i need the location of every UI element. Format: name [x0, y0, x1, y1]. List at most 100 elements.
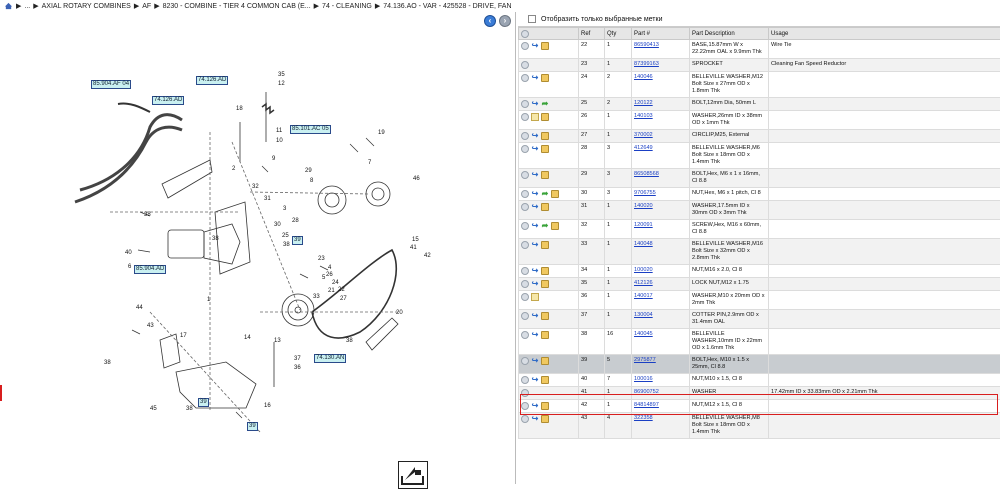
highlighted-callout-39[interactable]: 39 — [247, 422, 258, 431]
select-circle-icon[interactable] — [521, 241, 529, 249]
breadcrumb-item-group[interactable]: 74 - CLEANING — [322, 3, 372, 10]
row-part-number[interactable]: 412126 — [632, 278, 690, 291]
callout-27[interactable]: 27 — [340, 296, 347, 302]
callout-38[interactable]: 38 — [346, 338, 353, 344]
callout-29[interactable]: 29 — [305, 168, 312, 174]
header-usage[interactable]: Usage — [769, 28, 1000, 40]
table-row[interactable]: ↪242140046BELLEVILLE WASHER,M12 Bolt Siz… — [519, 72, 1000, 98]
table-row[interactable]: ↪3952975877BOLT,Hex, M10 x 1.5 x 25mm, C… — [519, 355, 1000, 374]
part-number-link[interactable]: 87399163 — [634, 61, 659, 67]
select-circle-icon[interactable] — [521, 203, 529, 211]
return-arrow-icon[interactable]: ↪ — [531, 267, 539, 275]
breadcrumb-item-model[interactable]: 8230 - COMBINE - TIER 4 COMMON CAB (E... — [163, 3, 311, 10]
table-row[interactable]: 41186900752WASHER17.42mm ID x 33.83mm OD… — [519, 387, 1000, 400]
package-icon[interactable] — [541, 376, 549, 384]
select-circle-icon[interactable] — [521, 171, 529, 179]
table-row[interactable]: ↪271370002CIRCLIP,M25, External — [519, 130, 1000, 143]
row-part-number[interactable]: 412649 — [632, 143, 690, 169]
part-number-link[interactable]: 140017 — [634, 293, 653, 299]
select-all-icon[interactable] — [521, 30, 529, 38]
row-part-number[interactable]: 140020 — [632, 201, 690, 220]
select-circle-icon[interactable] — [521, 42, 529, 50]
xref-tag[interactable]: 74.126.AD — [152, 96, 184, 105]
breadcrumb-item-root[interactable]: ... — [24, 3, 30, 10]
callout-36[interactable]: 36 — [294, 365, 301, 371]
replace-arrow-icon[interactable]: ➦ — [541, 222, 549, 230]
table-row[interactable]: ↪➦252120122BOLT,12mm Dia, 50mm L — [519, 98, 1000, 111]
package-icon[interactable] — [541, 113, 549, 121]
table-row[interactable]: ↪371130004COTTER PIN,2.9mm OD x 31.4mm O… — [519, 310, 1000, 329]
part-number-link[interactable]: 84814897 — [634, 402, 659, 408]
replace-arrow-icon[interactable]: ➦ — [541, 190, 549, 198]
return-arrow-icon[interactable]: ↪ — [531, 42, 539, 50]
return-arrow-icon[interactable]: ↪ — [531, 331, 539, 339]
select-circle-icon[interactable] — [521, 74, 529, 82]
part-number-link[interactable]: 140103 — [634, 113, 653, 119]
part-number-link[interactable]: 140045 — [634, 331, 653, 337]
row-part-number[interactable]: 100020 — [632, 265, 690, 278]
table-row[interactable]: 361140017WASHER,M10 x 20mm OD x 2mm Thk — [519, 291, 1000, 310]
package-icon[interactable] — [541, 74, 549, 82]
select-circle-icon[interactable] — [521, 145, 529, 153]
row-part-number[interactable]: 140017 — [632, 291, 690, 310]
package-icon[interactable] — [551, 222, 559, 230]
callout-14[interactable]: 14 — [244, 335, 251, 341]
callout-18[interactable]: 18 — [236, 106, 243, 112]
callout-28[interactable]: 28 — [292, 218, 299, 224]
table-row[interactable]: ↪341100020NUT,M16 x 2.0, Cl 8 — [519, 265, 1000, 278]
return-arrow-icon[interactable]: ↪ — [531, 132, 539, 140]
part-number-link[interactable]: 140020 — [634, 203, 653, 209]
xref-tag[interactable]: 74.126.AD — [196, 76, 228, 85]
header-part-number[interactable]: Part # — [632, 28, 690, 40]
select-circle-icon[interactable] — [521, 100, 529, 108]
row-part-number[interactable]: 120122 — [632, 98, 690, 111]
callout-26[interactable]: 26 — [326, 272, 333, 278]
package-icon[interactable] — [541, 203, 549, 211]
callout-2[interactable]: 2 — [232, 166, 236, 172]
package-icon[interactable] — [541, 312, 549, 320]
part-number-link[interactable]: 86508568 — [634, 171, 659, 177]
return-arrow-icon[interactable]: ↪ — [531, 280, 539, 288]
table-row[interactable]: ↪434322358BELLEVILLE WASHER,M8 Bolt Size… — [519, 413, 1000, 439]
highlighted-callout-39[interactable]: 39 — [198, 398, 209, 407]
select-circle-icon[interactable] — [521, 357, 529, 365]
callout-24[interactable]: 24 — [332, 280, 339, 286]
part-number-link[interactable]: 86900752 — [634, 389, 659, 395]
callout-42[interactable]: 42 — [424, 253, 431, 259]
table-row[interactable]: ↪407100016NUT,M10 x 1.5, Cl 8 — [519, 374, 1000, 387]
callout-16[interactable]: 16 — [264, 403, 271, 409]
callout-20[interactable]: 20 — [396, 310, 403, 316]
callout-30[interactable]: 30 — [274, 222, 281, 228]
callout-12[interactable]: 12 — [278, 81, 285, 87]
package-icon[interactable] — [541, 267, 549, 275]
return-arrow-icon[interactable]: ↪ — [531, 100, 539, 108]
table-row[interactable]: 261140103WASHER,26mm ID x 38mm OD x 1mm … — [519, 111, 1000, 130]
header-description[interactable]: Part Description — [690, 28, 769, 40]
callout-32[interactable]: 32 — [252, 184, 259, 190]
callout-35[interactable]: 35 — [278, 72, 285, 78]
show-selected-checkbox[interactable] — [528, 15, 536, 23]
callout-17[interactable]: 17 — [180, 333, 187, 339]
select-circle-icon[interactable] — [521, 331, 529, 339]
part-number-link[interactable]: 412649 — [634, 145, 653, 151]
table-row[interactable]: ↪331140048BELLEVILLE WASHER,M16 Bolt Siz… — [519, 239, 1000, 265]
table-row[interactable]: ↪42184814897NUT,M12 x 1.5, Cl 8 — [519, 400, 1000, 413]
callout-9[interactable]: 9 — [272, 156, 276, 162]
select-circle-icon[interactable] — [521, 402, 529, 410]
select-circle-icon[interactable] — [521, 113, 529, 121]
package-icon[interactable] — [541, 145, 549, 153]
note-icon[interactable] — [531, 113, 539, 121]
return-arrow-icon[interactable]: ↪ — [531, 74, 539, 82]
row-part-number[interactable]: 9706755 — [632, 188, 690, 201]
part-number-link[interactable]: 370002 — [634, 132, 653, 138]
part-number-link[interactable]: 86590413 — [634, 42, 659, 48]
part-number-link[interactable]: 130004 — [634, 312, 653, 318]
callout-23[interactable]: 23 — [318, 256, 325, 262]
part-number-link[interactable]: 120091 — [634, 222, 653, 228]
row-part-number[interactable]: 120091 — [632, 220, 690, 239]
part-number-link[interactable]: 120122 — [634, 100, 653, 106]
header-qty[interactable]: Qty — [605, 28, 632, 40]
row-part-number[interactable]: 86508568 — [632, 169, 690, 188]
row-part-number[interactable]: 322358 — [632, 413, 690, 439]
return-arrow-icon[interactable]: ↪ — [531, 415, 539, 423]
